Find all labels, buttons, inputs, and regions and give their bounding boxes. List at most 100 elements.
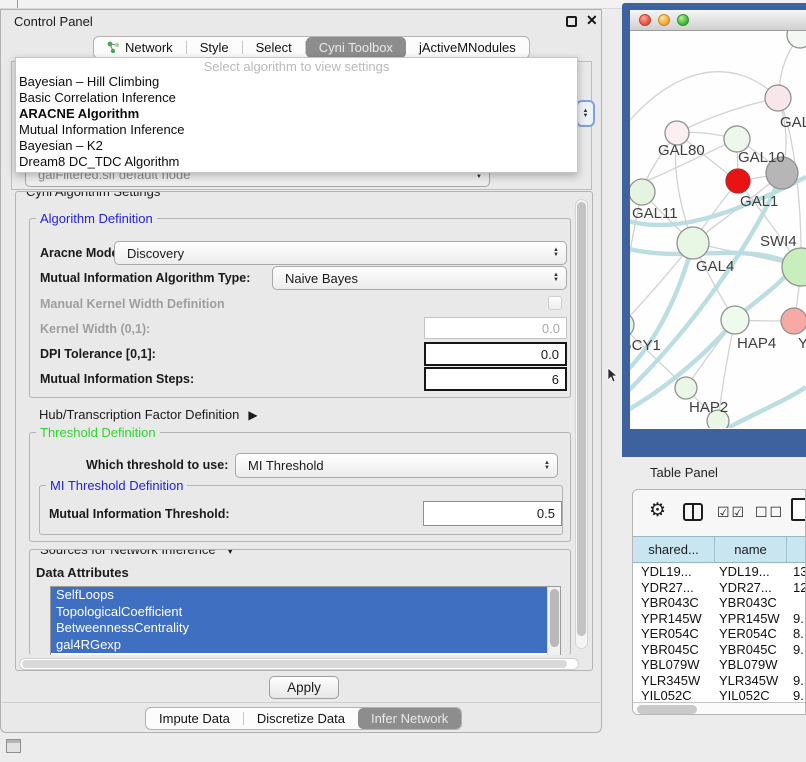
table-row[interactable]: YLR345WYLR345W9. — [633, 673, 806, 689]
table-body[interactable]: YDL19...YDL19...13 YDR27...YDR27...12 YB… — [633, 564, 806, 702]
mini-window-icon[interactable] — [6, 739, 21, 753]
tab-discretize-data[interactable]: Discretize Data — [244, 708, 358, 729]
spinner-arrows-icon: ▲▼ — [544, 461, 550, 471]
table-row[interactable]: YPR145WYPR145W9. — [633, 611, 806, 627]
table-row[interactable]: YBR045CYBR045C9. — [633, 642, 806, 658]
settings-gear-icon[interactable]: ⚙ — [649, 499, 666, 522]
close-traffic-light[interactable] — [639, 14, 651, 26]
node-label: GAL80 — [658, 142, 705, 159]
node-y-salmon[interactable] — [781, 308, 806, 334]
tab-style[interactable]: Style — [187, 37, 242, 58]
node-label: Y — [798, 335, 806, 352]
dropdown-option[interactable]: Dream8 DC_TDC Algorithm — [16, 154, 577, 170]
dropdown-option[interactable]: Mutual Information Inference — [16, 122, 577, 138]
spinner-arrows-icon: ▲▼ — [553, 273, 559, 283]
manual-kernel-checkbox[interactable] — [548, 296, 562, 310]
table-row[interactable]: YIL052CYIL052C9. — [633, 688, 806, 702]
dpi-tolerance-field[interactable]: 0.0 — [424, 342, 567, 366]
mi-type-combo[interactable]: Naive Bayes ▲▼ — [272, 266, 567, 290]
tab-infer-network[interactable]: Infer Network — [358, 708, 461, 729]
attribute-item-selected[interactable]: SelfLoops — [51, 587, 560, 604]
node-label: GCY1 — [630, 337, 661, 354]
node-gal1-selected[interactable] — [726, 169, 750, 193]
network-window-titlebar[interactable] — [630, 10, 806, 31]
tab-network-label: Network — [125, 40, 173, 55]
tab-select[interactable]: Select — [243, 37, 305, 58]
node-gal-top[interactable] — [765, 85, 791, 111]
table-row[interactable]: YBR043CYBR043C — [633, 595, 806, 611]
table-row[interactable]: YDR27...YDR27...12 — [633, 580, 806, 596]
minimize-traffic-light[interactable] — [658, 14, 670, 26]
aracne-mode-combo[interactable]: Discovery ▲▼ — [114, 241, 567, 265]
table-horizontal-scrollbar[interactable] — [633, 702, 805, 715]
which-threshold-combo[interactable]: MI Threshold ▲▼ — [235, 453, 558, 478]
attribute-item-selected[interactable]: BetweennessCentrality — [51, 620, 560, 637]
column-header-shared-name[interactable]: shared... — [633, 537, 715, 562]
mi-steps-field[interactable]: 6 — [424, 367, 567, 391]
node-gal4[interactable] — [677, 227, 709, 259]
control-panel: Control Panel ✕ Network Style Select Cyn… — [0, 9, 602, 733]
document-icon[interactable] — [791, 498, 806, 521]
network-canvas[interactable]: GAL GAL80 GAL10 GAL1 GAL11 SWI4 GAL4 HAP… — [630, 31, 806, 428]
mi-type-label: Mutual Information Algorithm Type: — [40, 271, 250, 285]
node-gal11[interactable] — [630, 179, 655, 205]
network-graph: GAL GAL80 GAL10 GAL1 GAL11 SWI4 GAL4 HAP… — [630, 31, 806, 428]
kernel-width-field[interactable]: 0.0 — [424, 317, 567, 339]
scrollbar-thumb[interactable] — [637, 705, 697, 714]
mi-threshold-field[interactable]: 0.5 — [423, 501, 562, 526]
split-columns-icon[interactable] — [683, 503, 703, 521]
dropdown-placeholder: Select algorithm to view settings — [16, 58, 577, 74]
panel-divider — [2, 702, 600, 703]
settings-group-title: Cyni Algorithm Settings — [22, 191, 164, 199]
attributes-scrollbar[interactable] — [547, 587, 560, 655]
node-swi4[interactable] — [782, 248, 806, 286]
apply-button[interactable]: Apply — [269, 676, 339, 699]
column-header-clipped[interactable] — [787, 537, 806, 562]
aracne-mode-value: Discovery — [115, 246, 553, 261]
node-label: GAL11 — [632, 205, 678, 222]
node-gcy1[interactable] — [630, 312, 634, 338]
deselect-all-boxes-icon[interactable]: ☐☐ — [755, 504, 784, 521]
tab-jactivemnodules[interactable]: jActiveMNodules — [406, 37, 529, 58]
mi-threshold-definition-group: MI Threshold Definition Mutual Informati… — [39, 485, 563, 535]
hub-transcription-factor-section[interactable]: Hub/Transcription Factor Definition ▶ — [39, 407, 258, 422]
data-attributes-label: Data Attributes — [36, 565, 129, 580]
settings-vertical-scrollbar[interactable] — [575, 199, 588, 649]
table-row[interactable]: YER054CYER054C8. — [633, 626, 806, 642]
tab-network[interactable]: Network — [94, 37, 186, 58]
sources-group-title[interactable]: Sources for Network Inference ▼ — [36, 549, 239, 557]
dropdown-option-highlighted[interactable]: ARACNE Algorithm — [16, 106, 577, 122]
network-nodes[interactable] — [630, 31, 806, 428]
aracne-mode-label: Aracne Mode: — [40, 246, 123, 260]
table-row[interactable]: YDL19...YDL19...13 — [633, 564, 806, 580]
select-all-checks-icon[interactable]: ☑☑ — [717, 504, 746, 521]
spinner-arrows-icon: ▲▼ — [553, 248, 559, 258]
node-hap2[interactable] — [675, 377, 697, 399]
table-row[interactable]: YBL079WYBL079W — [633, 657, 806, 673]
focused-combo-sliver[interactable]: ▲▼ — [576, 100, 595, 127]
tab-cyni-toolbox[interactable]: Cyni Toolbox — [306, 37, 406, 58]
control-panel-titlebar: Control Panel ✕ — [1, 10, 601, 31]
scrollbar-thumb[interactable] — [577, 202, 586, 636]
zoom-traffic-light[interactable] — [677, 14, 689, 26]
dropdown-option[interactable]: Bayesian – Hill Climbing — [16, 74, 577, 90]
float-window-icon[interactable] — [566, 16, 577, 27]
attribute-item-selected[interactable]: gal4RGexp — [51, 637, 560, 654]
mouse-cursor — [607, 368, 618, 383]
node-hap4[interactable] — [721, 306, 749, 334]
tab-impute-data[interactable]: Impute Data — [146, 708, 243, 729]
node-unlabeled[interactable] — [787, 31, 806, 48]
dropdown-option[interactable]: Bayesian – K2 — [16, 138, 577, 154]
algorithm-definition-group: Algorithm Definition Aracne Mode: Discov… — [29, 218, 571, 398]
scrollbar-thumb[interactable] — [550, 589, 559, 647]
data-attributes-list[interactable]: SelfLoops TopologicalCoefficient Between… — [50, 586, 561, 655]
node-label: HAP2 — [689, 399, 728, 416]
node-label: GAL4 — [696, 258, 734, 275]
column-header-name[interactable]: name — [715, 537, 787, 562]
scrollbar-thumb[interactable] — [22, 660, 567, 668]
dropdown-option[interactable]: Basic Correlation Inference — [16, 90, 577, 106]
attribute-item-selected[interactable]: TopologicalCoefficient — [51, 604, 560, 621]
dpi-tolerance-value: 0.0 — [541, 347, 559, 362]
settings-horizontal-scrollbar[interactable] — [19, 658, 579, 670]
close-icon[interactable]: ✕ — [586, 12, 598, 29]
